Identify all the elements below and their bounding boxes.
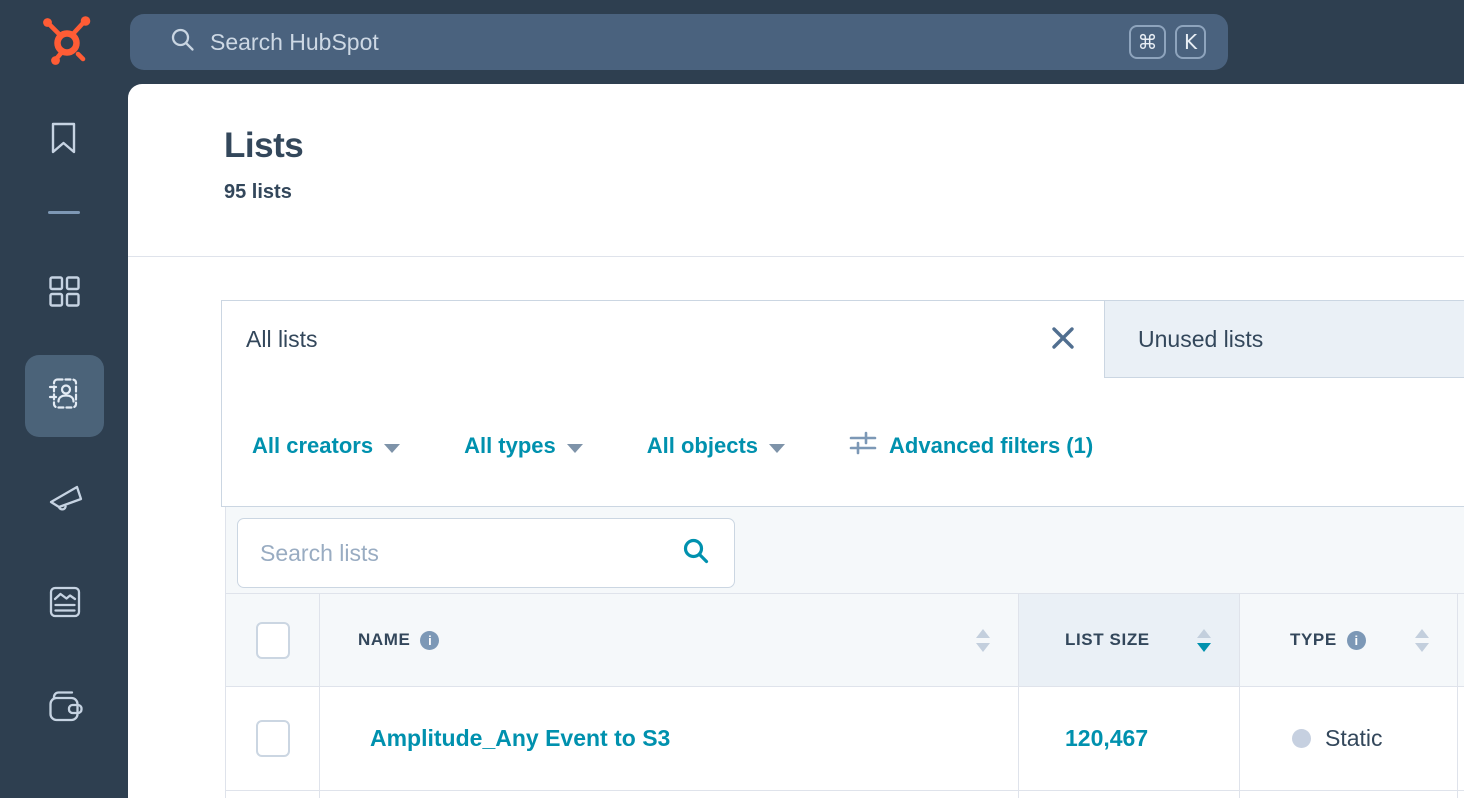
megaphone-icon bbox=[48, 503, 84, 520]
lists-table: NAME i LIST SIZE TYPE i bbox=[225, 593, 1464, 798]
column-header-list-size-label: LIST SIZE bbox=[1065, 629, 1157, 651]
sort-icons-name[interactable] bbox=[976, 629, 990, 652]
partial-row-cell bbox=[1018, 791, 1239, 798]
sidebar-item-marketing[interactable] bbox=[48, 482, 84, 521]
search-icon bbox=[682, 537, 710, 570]
select-all-checkbox[interactable] bbox=[256, 622, 290, 659]
tab-all-lists[interactable]: All lists bbox=[246, 301, 318, 377]
filter-all-creators-label: All creators bbox=[252, 433, 373, 459]
filter-all-objects[interactable]: All objects bbox=[647, 433, 785, 459]
hubspot-logo-icon[interactable] bbox=[32, 12, 94, 74]
tab-unused-lists-label: Unused lists bbox=[1138, 326, 1263, 353]
tab-close-button[interactable] bbox=[1046, 323, 1080, 357]
chevron-down-icon bbox=[567, 444, 583, 453]
column-header-type-label: TYPE bbox=[1290, 630, 1337, 650]
filter-all-objects-label: All objects bbox=[647, 433, 758, 459]
column-header-type[interactable]: TYPE i bbox=[1239, 594, 1457, 687]
sort-up-icon bbox=[1197, 629, 1211, 638]
row-list-size-cell: 120,467 bbox=[1018, 687, 1239, 791]
sidebar-item-bookmarks[interactable] bbox=[50, 122, 77, 160]
advanced-filters-label: Advanced filters (1) bbox=[889, 433, 1093, 459]
search-icon bbox=[170, 27, 195, 57]
wallet-icon bbox=[48, 711, 84, 728]
column-header-name[interactable]: NAME i bbox=[319, 594, 1018, 687]
sidebar-item-commerce[interactable] bbox=[48, 690, 84, 729]
list-name-link[interactable]: Amplitude_Any Event to S3 bbox=[320, 725, 670, 752]
sidebar-item-workspaces[interactable] bbox=[49, 276, 80, 312]
grid-icon bbox=[49, 294, 80, 311]
static-type-dot-icon bbox=[1292, 729, 1311, 748]
sidebar-divider bbox=[48, 211, 80, 214]
k-key: K bbox=[1175, 25, 1206, 59]
info-icon[interactable]: i bbox=[1347, 631, 1366, 650]
sort-up-icon bbox=[976, 629, 990, 638]
list-count: 95 lists bbox=[224, 181, 292, 204]
content-icon bbox=[49, 605, 81, 622]
column-header-extra bbox=[1457, 594, 1464, 687]
partial-row-cell bbox=[1457, 791, 1464, 798]
chevron-down-icon bbox=[769, 444, 785, 453]
search-lists-input[interactable] bbox=[260, 540, 682, 567]
partial-row-cell bbox=[1239, 791, 1457, 798]
partial-row-cell bbox=[226, 791, 319, 798]
close-icon bbox=[1049, 324, 1077, 357]
main-content: Lists 95 lists All lists Unused lists Al… bbox=[128, 84, 1464, 798]
filter-all-types[interactable]: All types bbox=[464, 433, 583, 459]
tab-unused-lists[interactable]: Unused lists bbox=[1104, 300, 1464, 378]
row-select-cell bbox=[226, 687, 319, 791]
cmd-key: ⌘ bbox=[1129, 25, 1166, 59]
global-search-bar[interactable]: ⌘ K bbox=[130, 14, 1228, 70]
page-title: Lists bbox=[224, 126, 303, 166]
partial-row-cell bbox=[319, 791, 1018, 798]
row-name-cell: Amplitude_Any Event to S3 bbox=[319, 687, 1018, 791]
sort-up-icon bbox=[1415, 629, 1429, 638]
sort-down-active-icon bbox=[1197, 643, 1211, 652]
sidebar-item-crm-active[interactable] bbox=[25, 355, 104, 437]
sort-icons-list-size[interactable] bbox=[1197, 629, 1211, 652]
row-type-cell: Static bbox=[1239, 687, 1457, 791]
sidebar-item-content[interactable] bbox=[49, 586, 81, 623]
column-header-name-label: NAME bbox=[358, 630, 410, 650]
select-all-cell bbox=[226, 594, 319, 687]
contacts-icon bbox=[48, 377, 81, 415]
list-size-value[interactable]: 120,467 bbox=[1019, 725, 1148, 752]
sliders-icon bbox=[849, 430, 877, 462]
type-badge: Static bbox=[1325, 725, 1383, 752]
filter-bar: All creators All types All objects Advan… bbox=[252, 428, 1093, 464]
chevron-down-icon bbox=[384, 444, 400, 453]
bookmark-icon bbox=[50, 142, 77, 159]
header-divider bbox=[128, 256, 1464, 257]
search-lists-box[interactable] bbox=[237, 518, 735, 588]
filter-all-creators[interactable]: All creators bbox=[252, 433, 400, 459]
column-header-list-size[interactable]: LIST SIZE bbox=[1018, 594, 1239, 687]
info-icon[interactable]: i bbox=[420, 631, 439, 650]
shortcut-keys: ⌘ K bbox=[1129, 25, 1206, 59]
sort-down-icon bbox=[1415, 643, 1429, 652]
filter-all-types-label: All types bbox=[464, 433, 556, 459]
advanced-filters-button[interactable]: Advanced filters (1) bbox=[849, 430, 1093, 462]
row-extra-cell bbox=[1457, 687, 1464, 791]
sort-icons-type[interactable] bbox=[1415, 629, 1429, 652]
sort-down-icon bbox=[976, 643, 990, 652]
global-search-input[interactable] bbox=[210, 29, 1129, 56]
row-checkbox[interactable] bbox=[256, 720, 290, 757]
